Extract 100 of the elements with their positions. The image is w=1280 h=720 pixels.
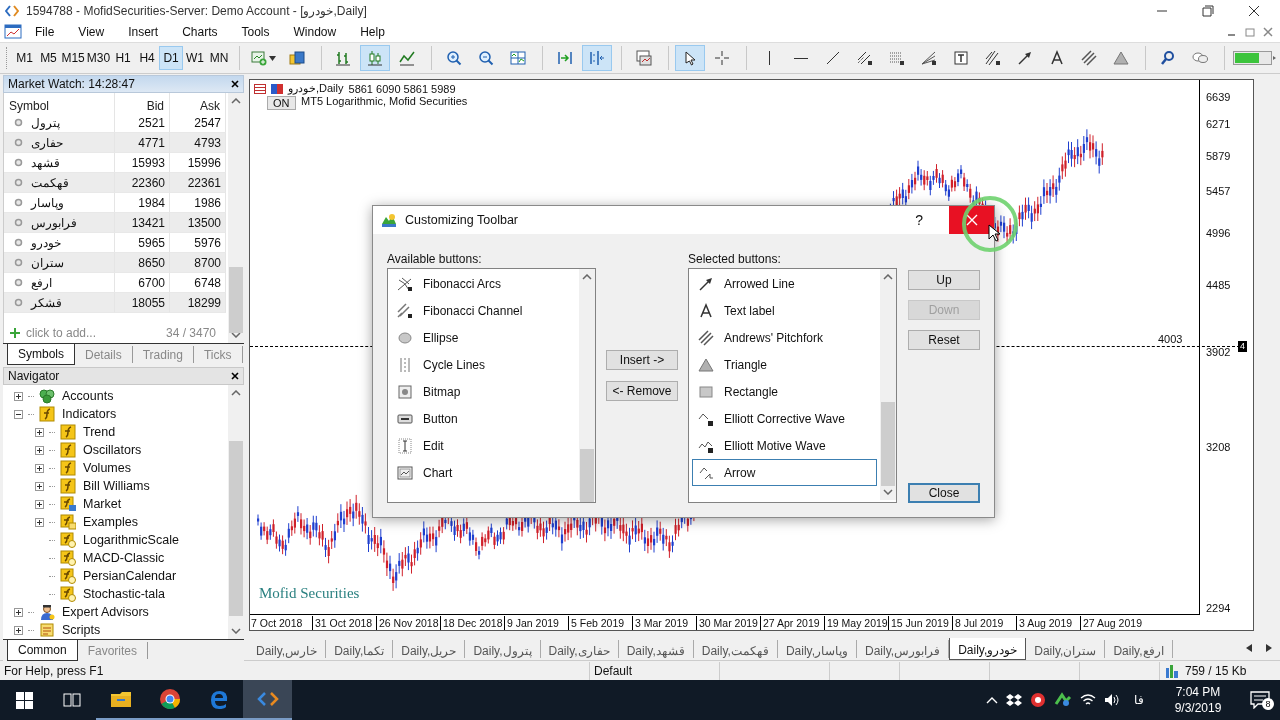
indicator-toggle[interactable]: ON <box>267 96 296 110</box>
list-item[interactable]: Arrowed Line <box>692 270 877 297</box>
chart-tab[interactable]: Daily,تکما <box>326 640 394 658</box>
chart-tab[interactable]: Daily,خودرو <box>949 638 1027 660</box>
tree-item[interactable]: Examples <box>83 515 138 529</box>
timeframe-button[interactable]: H1 <box>111 46 136 70</box>
chart-tab[interactable]: Daily,حفاری <box>540 640 619 658</box>
list-item[interactable]: Chart <box>391 459 576 486</box>
tree-item[interactable]: MACD-Classic <box>83 551 165 565</box>
tree-item[interactable]: PersianCalendar <box>83 569 177 583</box>
list-item[interactable]: Elliott Motive Wave <box>692 432 877 459</box>
insert-button[interactable]: Insert -> <box>606 350 678 370</box>
dialog-button[interactable]: Up <box>908 270 980 290</box>
ask-cell: 18299 <box>170 293 226 313</box>
menu-item[interactable]: Help <box>351 23 394 41</box>
symbol-cell: قشکر <box>31 295 62 310</box>
list-label: Available buttons: <box>387 252 483 266</box>
timeframe-button[interactable]: MN <box>207 46 231 70</box>
list-item[interactable]: Edit <box>391 432 576 459</box>
traffic-text: 759 / 15 Kb <box>1185 663 1247 678</box>
tree-item[interactable]: LogarithmicScale <box>83 533 179 547</box>
tree-item[interactable]: Expert Advisors <box>62 605 149 619</box>
list-item[interactable]: Arrow <box>692 459 877 486</box>
timeframe-button[interactable]: M30 <box>85 46 112 70</box>
list-label: Selected buttons: <box>688 252 782 266</box>
tree-item[interactable]: Indicators <box>62 407 117 421</box>
menu-item[interactable]: Window <box>284 23 346 41</box>
menu-item[interactable]: View <box>69 23 114 41</box>
timeframe-button[interactable]: W1 <box>183 46 207 70</box>
list-item[interactable]: Rectangle <box>692 378 877 405</box>
help-button[interactable]: ? <box>915 212 923 228</box>
list-item[interactable]: Button <box>391 405 576 432</box>
bid-cell: 18055 <box>115 293 170 313</box>
list-item[interactable]: Fibonacci Arcs <box>391 270 576 297</box>
add-symbol-link[interactable]: click to add... <box>26 326 97 340</box>
date-label: 26 Nov 2018 <box>376 616 440 630</box>
timeframe-button[interactable]: H4 <box>135 46 160 70</box>
date-label: 18 Dec 2018 <box>440 616 504 630</box>
timeframe-button[interactable]: M5 <box>36 46 61 70</box>
tree-item[interactable]: Bill Williams <box>83 479 150 493</box>
symbol-cell: ارفع <box>31 275 52 290</box>
timeframe-button[interactable]: M15 <box>60 46 86 70</box>
tree-item[interactable]: Volumes <box>83 461 131 475</box>
chart-tab[interactable]: Daily,قشهد <box>618 640 694 658</box>
menu-item[interactable]: Tools <box>232 23 279 41</box>
list-item[interactable]: Triangle <box>692 351 877 378</box>
symbol-cell: فرابورس <box>31 215 77 230</box>
chart-symbol: خودرو,Daily <box>288 82 344 95</box>
price-label: 6271 <box>1206 118 1231 130</box>
clock-time: 7:04 PM <box>1175 684 1221 700</box>
timeframe-button[interactable]: D1 <box>159 46 184 70</box>
list-item[interactable]: Fibonacci Channel <box>391 297 576 324</box>
price-label: 2294 <box>1206 602 1231 614</box>
chart-tab[interactable]: Daily,حریل <box>393 640 466 658</box>
panel-title: Navigator <box>8 369 60 383</box>
column-header: Ask <box>170 93 226 119</box>
symbol-cell: قهکمت <box>31 175 69 190</box>
tree-item[interactable]: Stochastic-tala <box>83 587 165 601</box>
panel-tab[interactable]: Symbols <box>7 344 75 365</box>
list-item[interactable]: Text label <box>692 297 877 324</box>
input-language[interactable]: فا <box>1134 693 1144 707</box>
list-item[interactable]: Cycle Lines <box>391 351 576 378</box>
bid-cell: 8650 <box>115 253 170 273</box>
date-label: 8 Jul 2019 <box>952 616 1016 630</box>
panel-tab[interactable]: Common <box>7 640 78 661</box>
date-label: 19 May 2019 <box>824 616 888 630</box>
date-label: 3 Aug 2019 <box>1016 616 1080 630</box>
list-item[interactable]: Bitmap <box>391 378 576 405</box>
chart-tab[interactable]: Daily,وپاسار <box>777 640 857 658</box>
price-label: 5879 <box>1206 150 1231 162</box>
chart-brand-text: Mofid Securities <box>259 585 360 602</box>
timeframe-button[interactable]: M1 <box>12 46 37 70</box>
menu-item[interactable]: Insert <box>119 23 168 41</box>
tree-item[interactable]: Trend <box>83 425 116 439</box>
menu-item[interactable]: Charts <box>173 23 227 41</box>
bid-cell: 13421 <box>115 213 170 233</box>
price-label: 4485 <box>1206 279 1231 291</box>
price-label: 5457 <box>1206 185 1231 197</box>
close-button[interactable]: Close <box>908 483 980 503</box>
bid-cell: 4771 <box>115 133 170 153</box>
list-item[interactable]: Ellipse <box>391 324 576 351</box>
menu-item[interactable]: File <box>26 23 64 41</box>
list-item[interactable]: Elliott Corrective Wave <box>692 405 877 432</box>
tree-item[interactable]: Market <box>83 497 122 511</box>
dialog-button[interactable]: Reset <box>908 330 980 350</box>
list-item[interactable]: Andrews' Pitchfork <box>692 324 877 351</box>
tree-item[interactable]: Accounts <box>62 389 114 403</box>
chart-tab[interactable]: Daily,قهکمت <box>693 640 778 658</box>
status-text: For Help, press F1 <box>4 663 104 678</box>
tree-item[interactable]: Scripts <box>62 623 101 637</box>
price-label: 6639 <box>1206 91 1231 103</box>
chart-tab[interactable]: Daily,ستران <box>1026 640 1106 658</box>
date-label: 15 Jun 2019 <box>888 616 952 630</box>
clock-date: 9/3/2019 <box>1174 700 1222 716</box>
chart-tab[interactable]: Daily,پترول <box>465 640 541 658</box>
chart-tab[interactable]: Daily,ارفع <box>1105 640 1173 658</box>
tree-item[interactable]: Oscillators <box>83 443 142 457</box>
remove-button[interactable]: <- Remove <box>606 381 678 401</box>
symbol-cell: حفاری <box>31 135 63 150</box>
chart-tab[interactable]: Daily,خارس <box>248 640 327 658</box>
